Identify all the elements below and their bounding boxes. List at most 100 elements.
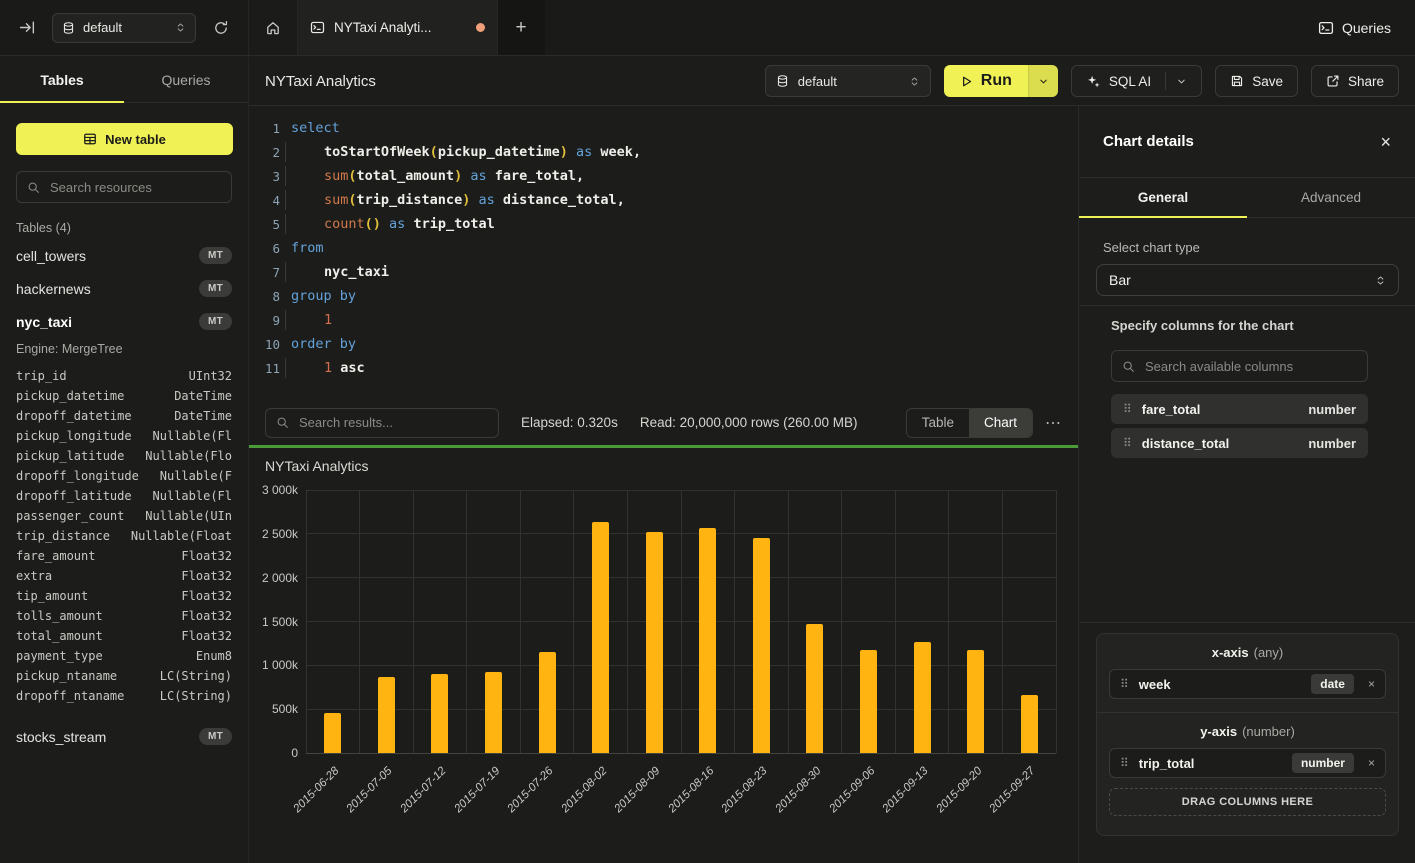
chart-details-panel: Chart details × General Advanced Select …: [1078, 106, 1415, 863]
column-row[interactable]: trip_id UInt32: [16, 366, 232, 386]
refresh-icon[interactable]: [208, 15, 234, 41]
new-table-button[interactable]: New table: [16, 123, 233, 155]
editor-line[interactable]: 3sum(total_amount) as fare_total,: [249, 164, 1078, 188]
table-row[interactable]: cell_towers MT: [16, 239, 232, 272]
columns-search[interactable]: [1111, 350, 1368, 382]
chart-bar[interactable]: [1021, 695, 1038, 753]
drag-handle-icon[interactable]: ⠿: [1120, 757, 1129, 769]
chart-bar[interactable]: [914, 642, 931, 753]
chart-bar[interactable]: [431, 674, 448, 753]
x-axis-tick-label: 2015-08-09: [603, 765, 662, 824]
column-row[interactable]: passenger_count Nullable(UIn: [16, 506, 232, 526]
more-options-icon[interactable]: ⋯: [1045, 413, 1062, 433]
home-button[interactable]: [249, 0, 298, 55]
tab-advanced[interactable]: Advanced: [1247, 178, 1415, 217]
column-row[interactable]: pickup_latitude Nullable(Flo: [16, 446, 232, 466]
editor-line[interactable]: 10order by: [249, 332, 1078, 356]
y-axis-hint: (number): [1242, 724, 1295, 739]
y-axis-tick-label: 1 000k: [249, 658, 298, 672]
table-row-nyc-taxi[interactable]: nyc_taxi MT: [16, 305, 232, 338]
column-row[interactable]: dropoff_datetime DateTime: [16, 406, 232, 426]
available-column-row[interactable]: ⠿ fare_total number: [1111, 394, 1368, 424]
chart-bar[interactable]: [753, 538, 770, 753]
column-row[interactable]: total_amount Float32: [16, 626, 232, 646]
chart-bar[interactable]: [806, 624, 823, 753]
editor-line[interactable]: 1select: [249, 116, 1078, 140]
editor-line[interactable]: 7nyc_taxi: [249, 260, 1078, 284]
column-row[interactable]: dropoff_latitude Nullable(Fl: [16, 486, 232, 506]
drop-zone[interactable]: DRAG COLUMNS HERE: [1109, 788, 1386, 816]
chart-bar[interactable]: [592, 522, 609, 753]
sidebar-search-input[interactable]: [48, 179, 221, 196]
sidebar-search[interactable]: [16, 171, 232, 203]
tab-nytaxi-analytics[interactable]: NYTaxi Analyti...: [298, 0, 498, 55]
run-button[interactable]: Run: [944, 65, 1028, 97]
editor-line[interactable]: 8group by: [249, 284, 1078, 308]
queries-button[interactable]: Queries: [1318, 20, 1391, 36]
sql-ai-button[interactable]: SQL AI: [1071, 65, 1202, 97]
chart-type-value: Bar: [1109, 272, 1375, 288]
save-button[interactable]: Save: [1215, 65, 1298, 97]
column-row[interactable]: tolls_amount Float32: [16, 606, 232, 626]
column-row[interactable]: pickup_datetime DateTime: [16, 386, 232, 406]
drag-handle-icon[interactable]: ⠿: [1120, 678, 1129, 690]
divider: [1079, 305, 1415, 306]
chart-bar[interactable]: [860, 650, 877, 753]
chart-bar[interactable]: [485, 672, 502, 753]
collapse-sidebar-icon[interactable]: [14, 15, 40, 41]
column-row[interactable]: dropoff_longitude Nullable(F: [16, 466, 232, 486]
drag-handle-icon[interactable]: ⠿: [1123, 437, 1132, 449]
line-number: 1: [249, 121, 280, 136]
column-row[interactable]: pickup_ntaname LC(String): [16, 666, 232, 686]
column-row[interactable]: fare_amount Float32: [16, 546, 232, 566]
sidebar-tab-queries[interactable]: Queries: [124, 57, 248, 102]
chart-bar[interactable]: [646, 532, 663, 753]
editor-line[interactable]: 111 asc: [249, 356, 1078, 380]
run-database-selector[interactable]: default: [765, 65, 931, 97]
toggle-chart[interactable]: Chart: [969, 409, 1032, 437]
column-row[interactable]: payment_type Enum8: [16, 646, 232, 666]
chevron-down-icon[interactable]: [1176, 76, 1187, 87]
x-gridline: [359, 490, 360, 753]
share-button[interactable]: Share: [1311, 65, 1399, 97]
column-row[interactable]: pickup_longitude Nullable(Fl: [16, 426, 232, 446]
x-axis-tick-label: 2015-08-23: [710, 765, 769, 824]
column-row[interactable]: extra Float32: [16, 566, 232, 586]
y-axis-field-chip[interactable]: ⠿ trip_total number ×: [1109, 748, 1386, 778]
sidebar-tab-tables[interactable]: Tables: [0, 57, 124, 102]
results-search-input[interactable]: [297, 414, 488, 431]
chart-type-select[interactable]: Bar: [1096, 264, 1399, 296]
database-selector[interactable]: default: [52, 13, 196, 43]
chart-bar[interactable]: [378, 677, 395, 753]
editor-line[interactable]: 6from: [249, 236, 1078, 260]
columns-search-input[interactable]: [1143, 358, 1357, 375]
x-axis-field-chip[interactable]: ⠿ week date ×: [1109, 669, 1386, 699]
column-row[interactable]: trip_distance Nullable(Float: [16, 526, 232, 546]
topbar-right: Queries: [545, 0, 1415, 55]
remove-field-icon[interactable]: ×: [1368, 756, 1375, 770]
drag-handle-icon[interactable]: ⠿: [1123, 403, 1132, 415]
column-type: Nullable(Fl: [153, 489, 232, 503]
chart-bar[interactable]: [967, 650, 984, 753]
column-row[interactable]: tip_amount Float32: [16, 586, 232, 606]
query-header: NYTaxi Analytics default Run: [249, 57, 1415, 106]
editor-line[interactable]: 91: [249, 308, 1078, 332]
column-row[interactable]: dropoff_ntaname LC(String): [16, 686, 232, 706]
remove-field-icon[interactable]: ×: [1368, 677, 1375, 691]
chart-bar[interactable]: [324, 713, 341, 753]
toggle-table[interactable]: Table: [907, 409, 969, 437]
chart-bar[interactable]: [539, 652, 556, 753]
table-row[interactable]: hackernews MT: [16, 272, 232, 305]
tab-general[interactable]: General: [1079, 178, 1247, 217]
table-row[interactable]: stocks_stream MT: [16, 720, 232, 753]
new-tab-button[interactable]: +: [498, 0, 544, 55]
chart-bar[interactable]: [699, 528, 716, 753]
editor-line[interactable]: 5count() as trip_total: [249, 212, 1078, 236]
editor-line[interactable]: 2toStartOfWeek(pickup_datetime) as week,: [249, 140, 1078, 164]
available-column-row[interactable]: ⠿ distance_total number: [1111, 428, 1368, 458]
editor-line[interactable]: 4sum(trip_distance) as distance_total,: [249, 188, 1078, 212]
close-icon[interactable]: ×: [1380, 133, 1391, 151]
sql-editor[interactable]: 1select2toStartOfWeek(pickup_datetime) a…: [249, 106, 1078, 400]
run-options-button[interactable]: [1028, 65, 1058, 97]
results-search[interactable]: [265, 408, 499, 438]
